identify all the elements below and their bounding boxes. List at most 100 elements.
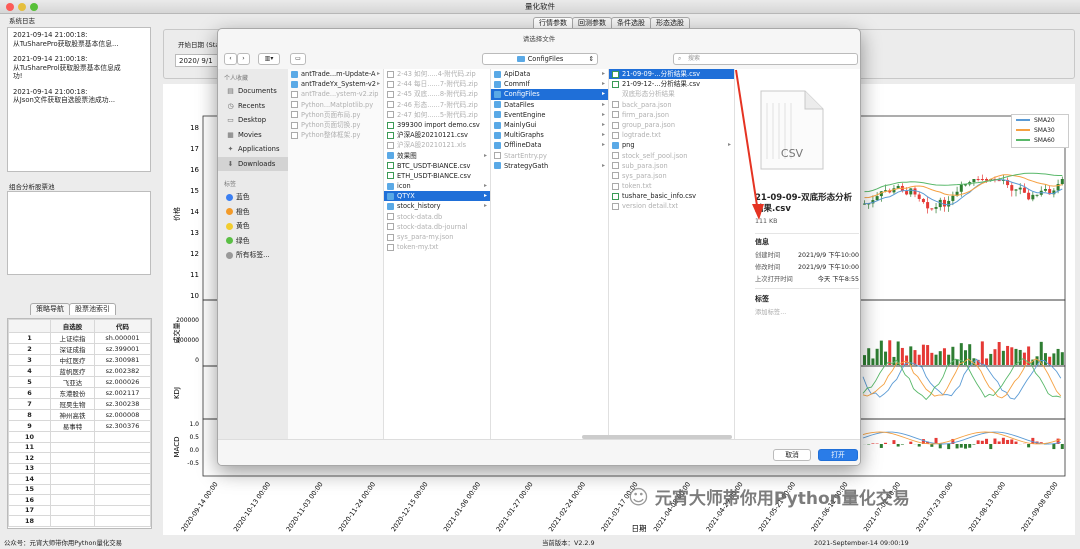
- stock-name-cell[interactable]: [49, 431, 96, 443]
- file-row[interactable]: ETH_USDT-BIANCE.csv: [384, 171, 490, 181]
- table-row[interactable]: 1 上证综指 sh.000001: [8, 332, 151, 344]
- stock-code-cell[interactable]: sz.300981: [94, 354, 151, 366]
- table-row[interactable]: 18: [8, 515, 151, 527]
- stock-code-cell[interactable]: [94, 431, 151, 443]
- stock-code-cell[interactable]: sz.000026: [94, 376, 151, 388]
- stock-name-cell[interactable]: [49, 504, 96, 516]
- back-button[interactable]: ‹: [224, 53, 237, 65]
- stock-code-cell[interactable]: [94, 473, 151, 485]
- minimize-window-button[interactable]: [18, 3, 26, 11]
- stock-name-cell[interactable]: 中红医疗: [49, 354, 96, 366]
- table-row[interactable]: 4 蓝帆医疗 sz.002382: [8, 365, 151, 377]
- close-window-button[interactable]: [6, 3, 14, 11]
- file-row[interactable]: 2-43 如何.....4-附代码.zip: [384, 69, 490, 79]
- table-row[interactable]: 14: [8, 473, 151, 485]
- file-row[interactable]: StartEntry.py: [491, 151, 608, 161]
- sidebar-tag[interactable]: 绿色: [218, 234, 288, 249]
- stock-code-cell[interactable]: [94, 494, 151, 506]
- file-row[interactable]: stock_self_pool.json: [609, 151, 734, 161]
- stock-code-cell[interactable]: sz.399001: [94, 343, 151, 355]
- file-row[interactable]: token.txt: [609, 181, 734, 191]
- file-row[interactable]: 2-47 如何......5-附代码.zip: [384, 110, 490, 120]
- sidebar-item-documents[interactable]: ▤ Documents: [218, 84, 288, 99]
- sidebar-item-applications[interactable]: ✦ Applications: [218, 142, 288, 157]
- stock-code-cell[interactable]: sz.000008: [94, 409, 151, 421]
- file-row[interactable]: StrategyGath ▸: [491, 161, 608, 171]
- table-row[interactable]: 8 神州高铁 sz.000008: [8, 409, 151, 421]
- file-row[interactable]: 双底形态分析结果: [609, 89, 734, 99]
- tab-pool-index[interactable]: 股票池索引: [69, 303, 116, 315]
- stock-name-cell[interactable]: 易事特: [49, 420, 96, 432]
- stock-name-cell[interactable]: [49, 452, 96, 464]
- file-row[interactable]: logtrade.txt: [609, 130, 734, 140]
- add-tags-field[interactable]: 添加标签...: [755, 307, 786, 316]
- table-row[interactable]: 17: [8, 504, 151, 516]
- file-row[interactable]: sub_para.json: [609, 161, 734, 171]
- stock-name-cell[interactable]: 冠昊生物: [49, 398, 96, 410]
- stock-name-cell[interactable]: 蓝帆医疗: [49, 365, 96, 377]
- table-row[interactable]: 13: [8, 462, 151, 474]
- file-row[interactable]: Python页面布局.py: [288, 110, 383, 120]
- table-row[interactable]: 15: [8, 483, 151, 495]
- stock-code-cell[interactable]: sh.000001: [94, 332, 151, 344]
- stock-name-cell[interactable]: [49, 494, 96, 506]
- file-row[interactable]: OfflineData ▸: [491, 140, 608, 150]
- table-row[interactable]: 7 冠昊生物 sz.300238: [8, 398, 151, 410]
- file-row[interactable]: sys_para-my.json: [384, 232, 490, 242]
- table-row[interactable]: 6 东港股份 sz.002117: [8, 387, 151, 399]
- stock-code-cell[interactable]: [94, 483, 151, 495]
- file-row[interactable]: antTradeYx_System-v2 ▸: [288, 79, 383, 89]
- table-row[interactable]: 11: [8, 441, 151, 453]
- file-row[interactable]: icon ▸: [384, 181, 490, 191]
- stock-name-cell[interactable]: 神州高铁: [49, 409, 96, 421]
- file-row[interactable]: group_para.json: [609, 120, 734, 130]
- stock-code-cell[interactable]: [94, 462, 151, 474]
- stock-code-cell[interactable]: sz.300376: [94, 420, 151, 432]
- file-row[interactable]: 2-45 双底......8-附代码.zip: [384, 89, 490, 99]
- tab-strategy-nav[interactable]: 策略导航: [30, 303, 70, 315]
- table-row[interactable]: 10: [8, 431, 151, 443]
- sidebar-tag[interactable]: 黄色: [218, 219, 288, 234]
- stock-code-cell[interactable]: [94, 452, 151, 464]
- file-row[interactable]: QTYX ▸: [384, 191, 490, 202]
- stock-code-cell[interactable]: sz.002117: [94, 387, 151, 399]
- file-row[interactable]: 21-09-12-...分析结果.csv: [609, 79, 734, 89]
- file-row[interactable]: token-my.txt: [384, 242, 490, 252]
- file-row[interactable]: 效果图 ▸: [384, 151, 490, 161]
- file-row[interactable]: 沪深A股20210121.xls: [384, 140, 490, 150]
- file-row[interactable]: 2-46 形态......7-附代码.zip: [384, 100, 490, 110]
- stock-name-cell[interactable]: 飞亚达: [49, 376, 96, 388]
- start-date-input[interactable]: 2020/ 9/1: [175, 54, 221, 67]
- stock-name-cell[interactable]: [49, 473, 96, 485]
- sidebar-item-desktop[interactable]: ▭ Desktop: [218, 113, 288, 128]
- stock-name-cell[interactable]: [49, 441, 96, 453]
- table-row[interactable]: 12: [8, 452, 151, 464]
- stock-code-cell[interactable]: [94, 515, 151, 527]
- table-row[interactable]: 9 易事特 sz.300376: [8, 420, 151, 432]
- zoom-window-button[interactable]: [30, 3, 38, 11]
- file-row[interactable]: Python页面切换.py: [288, 120, 383, 130]
- file-row[interactable]: MultiGraphs ▸: [491, 130, 608, 140]
- view-mode-button[interactable]: ▥▾: [258, 53, 280, 65]
- file-row[interactable]: antTrade...m-Update-A ▸: [288, 69, 383, 79]
- file-row[interactable]: Python...Matplotlib.py: [288, 100, 383, 110]
- file-row[interactable]: Python整体框架.py: [288, 130, 383, 140]
- file-row[interactable]: CommIf ▸: [491, 79, 608, 89]
- sidebar-tag[interactable]: 橙色: [218, 205, 288, 220]
- stock-code-cell[interactable]: sz.300238: [94, 398, 151, 410]
- stock-code-cell[interactable]: [94, 504, 151, 516]
- table-row[interactable]: 2 深证成指 sz.399001: [8, 343, 151, 355]
- table-row[interactable]: 5 飞亚达 sz.000026: [8, 376, 151, 388]
- file-row[interactable]: stock-data.db-journal: [384, 222, 490, 232]
- file-row[interactable]: version detail.txt: [609, 201, 734, 211]
- col-header-name[interactable]: 自选股: [49, 319, 96, 333]
- stock-name-cell[interactable]: 深证成指: [49, 343, 96, 355]
- stock-code-cell[interactable]: sz.002382: [94, 365, 151, 377]
- file-row[interactable]: sys_para.json: [609, 171, 734, 181]
- file-row[interactable]: BTC_USDT-BIANCE.csv: [384, 161, 490, 171]
- table-row[interactable]: 16: [8, 494, 151, 506]
- stock-name-cell[interactable]: 东港股份: [49, 387, 96, 399]
- file-row[interactable]: stock_history ▸: [384, 201, 490, 211]
- system-log[interactable]: 2021-09-14 21:00:18: 从TuSharePro获取股票基本信息.…: [7, 27, 151, 172]
- sidebar-tag[interactable]: 所有标签...: [218, 248, 288, 263]
